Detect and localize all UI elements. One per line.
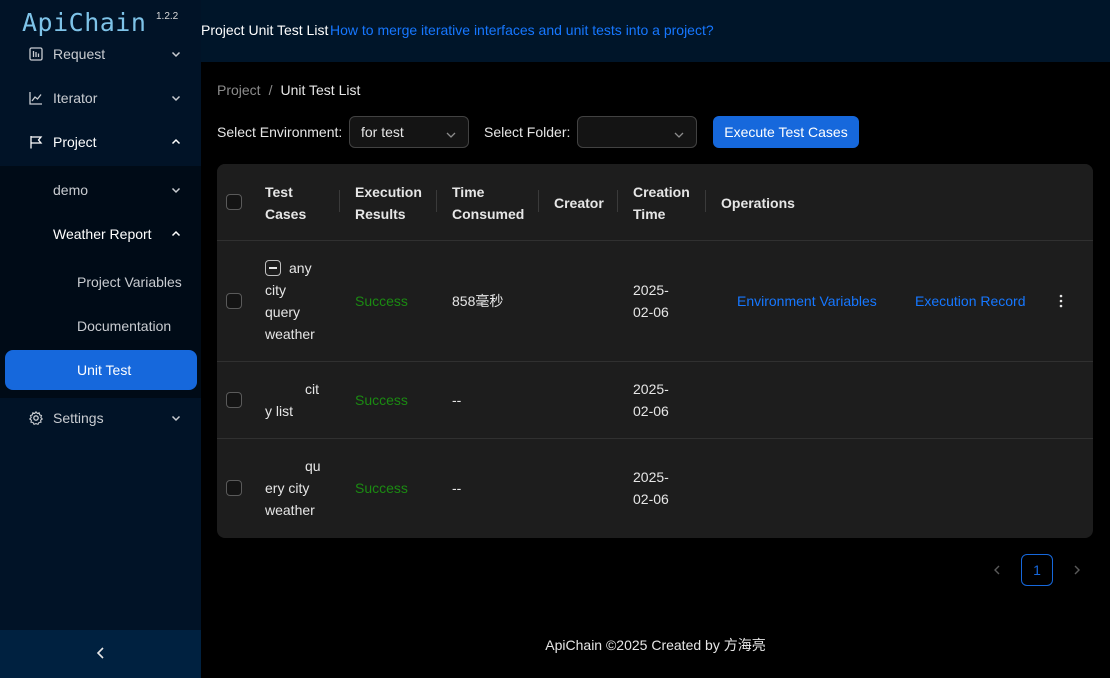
breadcrumb-separator: / [268, 82, 273, 98]
sidebar-item-label: Weather Report [53, 226, 152, 242]
sidebar-item-demo[interactable]: demo [0, 170, 201, 210]
environment-select-value: for test [361, 124, 404, 140]
pagination-next-button[interactable] [1065, 555, 1089, 585]
page-footer: ApiChain ©2025 Created by 方海亮 [545, 637, 766, 653]
sidebar-item-project-variables[interactable]: Project Variables [0, 262, 201, 302]
table-row: qu ery city weather Success -- 2025- 02-… [217, 439, 1093, 538]
chevron-down-icon [674, 127, 684, 138]
pagination-prev-button[interactable] [985, 555, 1009, 585]
chevron-up-icon [171, 137, 181, 147]
chevron-down-icon [171, 49, 181, 59]
sidebar-item-project[interactable]: Project [0, 122, 201, 162]
sidebar-item-label: Settings [53, 410, 104, 426]
sidebar-item-weather-report[interactable]: Weather Report [0, 214, 201, 254]
sidebar-item-iterator[interactable]: Iterator [0, 78, 201, 118]
collapse-row-button[interactable] [265, 260, 281, 276]
sidebar-item-unit-test[interactable]: Unit Test [5, 350, 197, 390]
row-checkbox[interactable] [226, 293, 242, 309]
main-content: Project / Unit Test List Select Environmen… [201, 62, 1110, 678]
execution-record-link[interactable]: Execution Record [915, 290, 1026, 312]
app-version: 1.2.2 [156, 11, 179, 22]
time-consumed: -- [452, 480, 462, 496]
gear-icon [29, 411, 43, 425]
chevron-down-icon [171, 185, 181, 195]
execution-result: Success [355, 293, 408, 309]
column-header-test-cases: Test Cases [265, 183, 307, 222]
table-row: any city query weather Success 858毫秒 202… [217, 241, 1093, 362]
sidebar-item-label: Request [53, 46, 106, 62]
row-checkbox[interactable] [226, 392, 242, 408]
unit-test-table: Test Cases Execution Results Time Consumed … [217, 164, 1093, 538]
execute-test-cases-button[interactable]: Execute Test Cases [713, 116, 859, 148]
column-header-execution-results: Execution Results [355, 183, 422, 222]
more-options-icon[interactable] [1051, 291, 1071, 311]
chevron-down-icon [171, 413, 181, 423]
time-consumed: -- [452, 392, 462, 408]
breadcrumb: Project / Unit Test List [217, 82, 360, 98]
sidebar-item-label: demo [53, 182, 89, 198]
select-all-checkbox[interactable] [226, 194, 242, 210]
test-case-name[interactable]: any city query weather [265, 257, 325, 345]
page-header: Project Unit Test List How to merge iter… [201, 0, 1110, 62]
sidebar: ApiChain 1.2.2 Request Iterator Project … [0, 0, 201, 678]
chevron-up-icon [171, 229, 181, 239]
sidebar-item-request[interactable]: Request [0, 34, 201, 74]
creation-time: 2025- 02-06 [633, 381, 669, 419]
flag-icon [29, 135, 43, 149]
test-case-name[interactable]: cit y list [265, 378, 325, 422]
sidebar-item-label: Project [53, 134, 97, 150]
chevron-down-icon [171, 93, 181, 103]
column-header-time-consumed: Time Consumed [452, 183, 525, 222]
creation-time: 2025- 02-06 [633, 469, 669, 507]
folder-label: Select Folder: [484, 124, 571, 140]
help-link[interactable]: How to merge iterative interfaces and un… [330, 22, 714, 38]
execution-result: Success [355, 392, 408, 408]
row-checkbox[interactable] [226, 480, 242, 496]
sidebar-item-label: Unit Test [77, 362, 132, 378]
column-header-creator: Creator [554, 194, 604, 211]
breadcrumb-current: Unit Test List [280, 82, 361, 98]
breadcrumb-root[interactable]: Project [217, 82, 261, 98]
test-case-name[interactable]: qu ery city weather [265, 455, 325, 521]
pagination-page-1[interactable]: 1 [1021, 554, 1053, 586]
sidebar-item-label: Project Variables [77, 274, 182, 290]
table-header: Test Cases Execution Results Time Consumed … [217, 164, 1093, 241]
execution-result: Success [355, 480, 408, 496]
app-logo: ApiChain [22, 8, 147, 37]
sidebar-item-documentation[interactable]: Documentation [0, 306, 201, 346]
environment-select[interactable]: for test [349, 116, 469, 148]
chart-line-icon [29, 91, 43, 105]
chevron-down-icon [446, 127, 456, 138]
environment-variables-link[interactable]: Environment Variables [737, 290, 877, 312]
table-row: cit y list Success -- 2025- 02-06 [217, 362, 1093, 439]
page-title: Project Unit Test List [201, 22, 329, 38]
folder-select[interactable] [577, 116, 697, 148]
chevron-left-icon [95, 646, 107, 663]
creation-time: 2025- 02-06 [633, 282, 669, 320]
time-consumed: 858毫秒 [452, 293, 504, 309]
sidebar-item-settings[interactable]: Settings [0, 398, 201, 438]
sidebar-collapse-button[interactable] [0, 630, 201, 678]
sidebar-item-label: Iterator [53, 90, 98, 106]
sidebar-item-label: Documentation [77, 318, 172, 334]
column-header-creation-time: Creation Time [633, 183, 690, 222]
request-icon [29, 47, 43, 61]
environment-label: Select Environment: [217, 124, 343, 140]
column-header-operations: Operations [721, 194, 795, 211]
